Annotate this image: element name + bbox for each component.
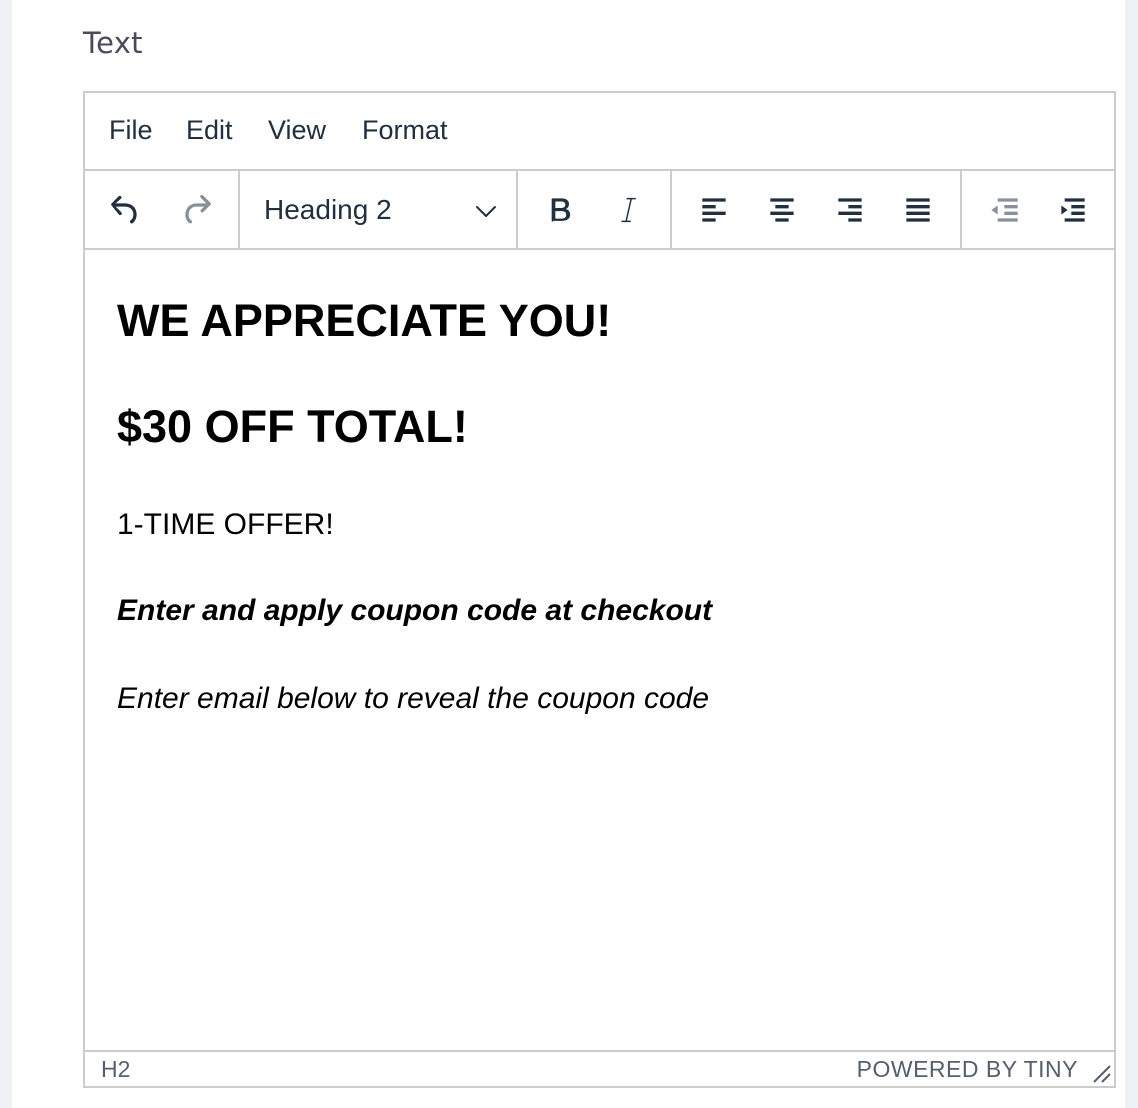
align-right-button[interactable]: [828, 188, 872, 232]
toolbar: Heading 2: [85, 171, 1114, 250]
align-center-icon: [770, 198, 794, 222]
content-heading-appreciate[interactable]: WE APPRECIATE YOU!: [117, 295, 611, 347]
outdent-button[interactable]: [984, 188, 1028, 232]
align-right-icon: [838, 198, 862, 222]
content-paragraph-email-instructions[interactable]: Enter email below to reveal the coupon c…: [117, 682, 709, 716]
content-heading-discount[interactable]: $30 OFF TOTAL!: [117, 401, 468, 453]
toolbar-group-alignment: [672, 171, 962, 248]
toolbar-group-blocks: Heading 2: [240, 171, 518, 248]
indent-button[interactable]: [1051, 188, 1095, 232]
powered-by-link[interactable]: POWERED BY TINY: [857, 1056, 1078, 1083]
align-left-button[interactable]: [692, 188, 736, 232]
bold-icon: [551, 198, 571, 222]
block-format-value: Heading 2: [264, 194, 392, 225]
align-justify-button[interactable]: [896, 188, 940, 232]
chevron-down-icon: [476, 206, 496, 217]
redo-icon: [185, 194, 211, 224]
content-paragraph-offer[interactable]: 1-TIME OFFER!: [117, 508, 334, 542]
align-center-button[interactable]: [760, 188, 804, 232]
italic-icon: [621, 197, 636, 223]
menu-file[interactable]: File: [109, 115, 153, 146]
undo-button[interactable]: [103, 188, 147, 232]
block-format-select[interactable]: Heading 2: [240, 171, 516, 248]
indent-icon: [1061, 198, 1085, 222]
toolbar-group-indentation: [962, 171, 1114, 248]
content-paragraph-coupon-instructions[interactable]: Enter and apply coupon code at checkout: [117, 594, 712, 628]
element-path[interactable]: H2: [101, 1056, 130, 1083]
editor-content-area[interactable]: WE APPRECIATE YOU! $30 OFF TOTAL! 1-TIME…: [85, 250, 1114, 1054]
outdent-icon: [991, 198, 1018, 222]
menu-view[interactable]: View: [268, 115, 326, 146]
resize-handle-icon[interactable]: [1092, 1064, 1112, 1084]
italic-button[interactable]: [606, 188, 650, 232]
undo-icon: [111, 195, 137, 224]
field-label: Text: [83, 26, 143, 60]
align-justify-icon: [906, 198, 930, 222]
toolbar-group-history: [85, 171, 240, 248]
form-panel: Text File Edit View Format Heading 2 WE …: [12, 0, 1125, 1108]
toolbar-group-formatting: [518, 171, 672, 248]
bold-button[interactable]: [538, 188, 582, 232]
menu-format[interactable]: Format: [362, 115, 448, 146]
statusbar: H2 POWERED BY TINY: [85, 1050, 1114, 1086]
redo-button[interactable]: [175, 188, 219, 232]
menubar: File Edit View Format: [85, 93, 1114, 171]
align-left-icon: [702, 198, 726, 222]
menu-edit[interactable]: Edit: [186, 115, 233, 146]
rich-text-editor: File Edit View Format Heading 2 WE APPRE…: [83, 91, 1116, 1088]
